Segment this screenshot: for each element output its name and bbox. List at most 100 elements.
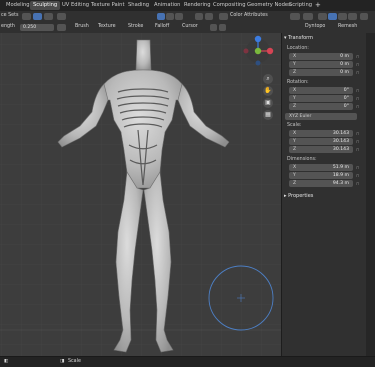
face-sets-menu[interactable]: ce Sets bbox=[1, 12, 19, 20]
symmetry-y-toggle[interactable] bbox=[166, 13, 174, 20]
strength-label: ength bbox=[1, 24, 15, 29]
shading-rendered[interactable] bbox=[348, 13, 357, 20]
rotation-x-field[interactable]: X 0° bbox=[289, 87, 353, 94]
shading-wireframe[interactable] bbox=[318, 13, 327, 20]
lock-icon[interactable]: ⊓ bbox=[356, 95, 362, 102]
status-bar: ◧ ◨ Scale bbox=[0, 356, 375, 367]
axis-label: Y bbox=[293, 96, 296, 101]
tab-animation[interactable]: Animation bbox=[151, 1, 183, 10]
properties-panel-header[interactable]: ▸ Properties bbox=[284, 193, 364, 200]
axis-label: X bbox=[293, 88, 297, 93]
3d-viewport[interactable]: ⌕ ✋ ▣ ▦ bbox=[0, 33, 281, 356]
color-attributes-icon[interactable] bbox=[219, 13, 228, 20]
dimensions-x-field[interactable]: X 51.9 m bbox=[289, 164, 353, 171]
lock-icon[interactable]: ⊓ bbox=[356, 172, 362, 179]
grid-view-icon[interactable]: ▦ bbox=[263, 110, 273, 120]
axis-label: Z bbox=[293, 147, 297, 152]
lock-icon[interactable]: ⊓ bbox=[356, 138, 362, 145]
strength-value: 0.250 bbox=[23, 25, 37, 30]
lock-icon[interactable]: ⊓ bbox=[356, 130, 362, 137]
scale-z-field[interactable]: Z 30.143 bbox=[289, 146, 353, 153]
axis-label: Z bbox=[293, 104, 297, 109]
tab-sculpting[interactable]: Sculpting bbox=[30, 1, 61, 10]
mode-toggle-b[interactable] bbox=[33, 13, 42, 20]
scale-label: Scale: bbox=[287, 123, 302, 128]
add-workspace-button[interactable]: + bbox=[315, 1, 321, 10]
lock-icon[interactable]: ⊓ bbox=[356, 69, 362, 76]
lock-icon[interactable]: ⊓ bbox=[356, 87, 362, 94]
euler-mode-value: XYZ Euler bbox=[289, 114, 312, 119]
field-value: 94.3 m bbox=[332, 181, 349, 186]
strength-field[interactable]: 0.250 bbox=[20, 24, 54, 31]
tab-scripting[interactable]: Scripting bbox=[286, 1, 315, 10]
mode-toggle-d[interactable] bbox=[57, 13, 66, 20]
remesh-menu[interactable]: Remesh bbox=[338, 23, 357, 31]
lock-icon[interactable]: ⊓ bbox=[356, 53, 362, 60]
field-value: 0 m bbox=[340, 54, 349, 59]
axis-label: Y bbox=[293, 173, 296, 178]
xray-toggle[interactable] bbox=[205, 13, 213, 20]
status-scale-label: Scale bbox=[68, 359, 81, 364]
lock-icon[interactable]: ⊓ bbox=[356, 61, 362, 68]
color-attributes-menu[interactable]: Color Attributes bbox=[230, 12, 268, 20]
field-value: 0° bbox=[343, 104, 349, 109]
shading-material[interactable] bbox=[338, 13, 347, 20]
rotation-mode-dropdown[interactable]: XYZ Euler bbox=[285, 113, 357, 120]
stroke-menu[interactable]: Stroke bbox=[128, 23, 143, 31]
overlay-toggle[interactable] bbox=[195, 13, 203, 20]
gizmo-z-axis[interactable] bbox=[254, 35, 262, 43]
tab-modeling[interactable]: Modeling bbox=[3, 1, 33, 10]
shading-solid[interactable] bbox=[328, 13, 337, 20]
tab-compositing[interactable]: Compositing bbox=[210, 1, 249, 10]
rotation-y-field[interactable]: Y 0° bbox=[289, 95, 353, 102]
gizmo-x-axis[interactable] bbox=[266, 47, 274, 55]
symmetry-toggle[interactable] bbox=[219, 24, 226, 31]
lock-toggle[interactable] bbox=[210, 24, 217, 31]
axis-label: Z bbox=[293, 181, 297, 186]
pressure-toggle[interactable] bbox=[57, 24, 66, 31]
dimensions-y-field[interactable]: Y 18.9 m bbox=[289, 172, 353, 179]
field-value: 0 m bbox=[340, 62, 349, 67]
lock-icon[interactable]: ⊓ bbox=[356, 146, 362, 153]
field-value: 0 m bbox=[340, 70, 349, 75]
sidebar-tabs[interactable] bbox=[366, 33, 375, 356]
camera-icon[interactable]: ▣ bbox=[263, 98, 273, 108]
cursor-menu[interactable]: Cursor bbox=[182, 23, 198, 31]
mouse-middle-icon: ◨ bbox=[60, 359, 65, 364]
lock-icon[interactable]: ⊓ bbox=[356, 180, 362, 187]
scale-x-field[interactable]: X 30.143 bbox=[289, 130, 353, 137]
dyntopo-menu[interactable]: Dyntopo bbox=[305, 23, 325, 31]
scale-y-field[interactable]: Y 30.143 bbox=[289, 138, 353, 145]
tab-rendering[interactable]: Rendering bbox=[181, 1, 214, 10]
axis-label: X bbox=[293, 54, 297, 59]
texture-menu[interactable]: Texture bbox=[98, 23, 116, 31]
field-value: 30.143 bbox=[332, 147, 349, 152]
rotation-z-field[interactable]: Z 0° bbox=[289, 103, 353, 110]
lock-icon[interactable]: ⊓ bbox=[356, 164, 362, 171]
field-value: 0° bbox=[343, 96, 349, 101]
dimensions-z-field[interactable]: Z 94.3 m bbox=[289, 180, 353, 187]
zoom-icon[interactable]: ⌕ bbox=[263, 74, 273, 84]
location-y-field[interactable]: Y 0 m bbox=[289, 61, 353, 68]
tab-texture-paint[interactable]: Texture Paint bbox=[88, 1, 127, 10]
lock-icon[interactable]: ⊓ bbox=[356, 103, 362, 110]
workspace-bar: Modeling Sculpting UV Editing Texture Pa… bbox=[0, 0, 375, 11]
field-value: 30.143 bbox=[332, 139, 349, 144]
falloff-menu[interactable]: Falloff bbox=[155, 23, 169, 31]
mode-toggle-c[interactable] bbox=[44, 13, 53, 20]
viewport-gizmo-toggle[interactable] bbox=[290, 13, 300, 20]
transform-title: Transform bbox=[288, 35, 313, 41]
location-x-field[interactable]: X 0 m bbox=[289, 53, 353, 60]
location-z-field[interactable]: Z 0 m bbox=[289, 69, 353, 76]
axis-label: X bbox=[293, 131, 297, 136]
mode-toggle-a[interactable] bbox=[22, 13, 31, 20]
overlays-toggle[interactable] bbox=[303, 13, 313, 20]
pan-hand-icon[interactable]: ✋ bbox=[263, 86, 273, 96]
brush-menu[interactable]: Brush bbox=[75, 23, 89, 31]
gizmo-y-axis[interactable] bbox=[254, 47, 262, 55]
tab-shading[interactable]: Shading bbox=[125, 1, 152, 10]
shading-options[interactable] bbox=[360, 13, 368, 20]
symmetry-z-toggle[interactable] bbox=[175, 13, 183, 20]
transform-panel-header[interactable]: ▾ Transform bbox=[284, 35, 364, 42]
symmetry-x-toggle[interactable] bbox=[157, 13, 165, 20]
